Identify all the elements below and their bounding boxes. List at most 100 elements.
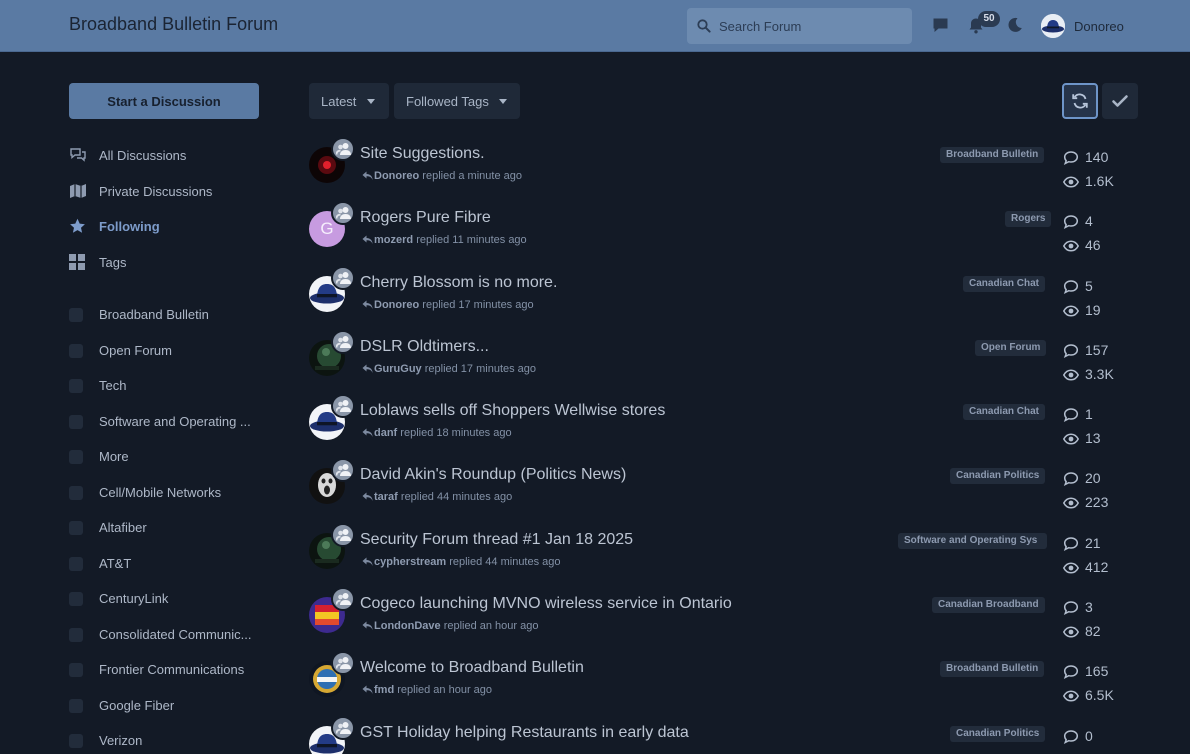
sort-dropdown[interactable]: Latest: [309, 83, 389, 119]
view-count-value: 412: [1085, 559, 1109, 575]
discussion-title[interactable]: GST Holiday helping Restaurants in early…: [360, 724, 689, 742]
discussion-tag[interactable]: Canadian Chat: [963, 404, 1046, 420]
tag-item[interactable]: Frontier Communications: [69, 660, 269, 680]
tag-item[interactable]: More: [69, 447, 269, 467]
discussion-tag[interactable]: Rogers: [1005, 211, 1052, 227]
star-icon: [69, 218, 86, 237]
reply-time: replied 18 minutes ago: [400, 427, 512, 439]
notification-count-badge: 50: [978, 11, 1000, 27]
tag-item[interactable]: Verizon: [69, 731, 269, 751]
view-count-value: 19: [1085, 302, 1101, 318]
comment-icon: [1063, 214, 1079, 233]
reply-username[interactable]: LondonDave: [374, 620, 441, 632]
discussion-row[interactable]: Site Suggestions. Donoreo replied a minu…: [309, 137, 1139, 207]
tag-item[interactable]: AT&T: [69, 554, 269, 574]
discussion-row[interactable]: Cherry Blossom is no more. Donoreo repli…: [309, 266, 1139, 336]
discussion-tag[interactable]: Broadband Bulletin: [940, 147, 1045, 163]
eye-icon: [1062, 560, 1080, 579]
reply-username[interactable]: fmd: [374, 684, 394, 696]
tag-item[interactable]: Cell/Mobile Networks: [69, 483, 269, 503]
tag-item[interactable]: CenturyLink: [69, 589, 269, 609]
reply-count-value: 140: [1085, 149, 1109, 165]
messages-icon[interactable]: [932, 17, 949, 39]
discussion-tag[interactable]: Canadian Chat: [963, 276, 1046, 292]
discussion-title[interactable]: DSLR Oldtimers...: [360, 338, 489, 356]
tag-item[interactable]: Consolidated Communic...: [69, 625, 269, 645]
nav-following[interactable]: Following: [69, 217, 269, 237]
comment-icon: [1063, 150, 1079, 169]
reply-username[interactable]: danf: [374, 427, 397, 439]
reply-username[interactable]: Donoreo: [374, 170, 419, 182]
tag-item[interactable]: Open Forum: [69, 341, 269, 361]
discussion-tag[interactable]: Canadian Politics: [950, 468, 1046, 484]
tag-item[interactable]: Broadband Bulletin: [69, 305, 269, 325]
reply-time: replied a minute ago: [422, 170, 522, 182]
reply-username[interactable]: taraf: [374, 491, 398, 503]
comment-icon: [1063, 407, 1079, 426]
tag-label: Tech: [99, 378, 127, 393]
discussion-tag[interactable]: Broadband Bulletin: [940, 661, 1045, 677]
refresh-button[interactable]: [1062, 83, 1098, 119]
discussion-row[interactable]: Loblaws sells off Shoppers Wellwise stor…: [309, 394, 1139, 464]
search-input[interactable]: [719, 8, 904, 44]
view-count-value: 82: [1085, 623, 1101, 639]
mark-all-read-button[interactable]: [1102, 83, 1138, 119]
start-discussion-button[interactable]: Start a Discussion: [69, 83, 259, 119]
user-avatar[interactable]: [1041, 14, 1065, 38]
tag-item[interactable]: Altafiber: [69, 518, 269, 538]
nav-private-discussions[interactable]: Private Discussions: [69, 182, 269, 202]
discussion-tag[interactable]: Canadian Politics: [950, 726, 1046, 742]
discussion-title[interactable]: Cherry Blossom is no more.: [360, 274, 557, 292]
nav-tags[interactable]: Tags: [69, 253, 269, 273]
discussion-title[interactable]: Cogeco launching MVNO wireless service i…: [360, 595, 732, 613]
reply-username[interactable]: mozerd: [374, 234, 413, 246]
reply-username[interactable]: cypherstream: [374, 556, 446, 568]
followed-tags-dropdown[interactable]: Followed Tags: [394, 83, 520, 119]
tag-item[interactable]: Software and Operating ...: [69, 412, 269, 432]
discussion-tag[interactable]: Software and Operating Sys: [898, 533, 1047, 549]
comment-icon: [1063, 343, 1079, 362]
eye-icon: [1062, 688, 1080, 707]
eye-icon: [1062, 238, 1080, 257]
discussion-title[interactable]: Rogers Pure Fibre: [360, 209, 491, 227]
reply-username[interactable]: Donoreo: [374, 299, 419, 311]
discussion-row[interactable]: G Rogers Pure Fibre mozerd replied 11 mi…: [309, 201, 1139, 271]
site-title[interactable]: Broadband Bulletin Forum: [69, 14, 278, 35]
tag-label: Cell/Mobile Networks: [99, 485, 222, 500]
discussion-title[interactable]: Loblaws sells off Shoppers Wellwise stor…: [360, 402, 665, 420]
reply-count-value: 165: [1085, 663, 1109, 679]
nav-all-discussions[interactable]: All Discussions: [69, 146, 269, 166]
private-discussion-badge: [331, 330, 355, 354]
dark-mode-moon-icon[interactable]: [1007, 17, 1023, 38]
discussion-row[interactable]: David Akin's Roundup (Politics News) tar…: [309, 458, 1139, 528]
discussion-row[interactable]: GST Holiday helping Restaurants in early…: [309, 716, 1139, 754]
discussion-title[interactable]: Site Suggestions.: [360, 145, 485, 163]
discussion-row[interactable]: Security Forum thread #1 Jan 18 2025 cyp…: [309, 523, 1139, 593]
discussion-title[interactable]: David Akin's Roundup (Politics News): [360, 466, 626, 484]
tag-color-swatch: [69, 699, 83, 713]
private-discussion-badge: [331, 716, 355, 740]
reply-icon: [362, 364, 373, 377]
username[interactable]: Donoreo: [1074, 19, 1124, 34]
discussion-title[interactable]: Welcome to Broadband Bulletin: [360, 659, 584, 677]
discussion-row[interactable]: Cogeco launching MVNO wireless service i…: [309, 587, 1139, 657]
discussions-icon: [69, 147, 87, 166]
discussion-tag[interactable]: Canadian Broadband: [932, 597, 1045, 613]
eye-icon: [1062, 624, 1080, 643]
tag-item[interactable]: Google Fiber: [69, 696, 269, 716]
reply-count-value: 20: [1085, 470, 1101, 486]
tag-label: Open Forum: [99, 343, 172, 358]
discussion-row[interactable]: Welcome to Broadband Bulletin fmd replie…: [309, 651, 1139, 721]
discussion-title[interactable]: Security Forum thread #1 Jan 18 2025: [360, 531, 633, 549]
tag-item[interactable]: Tech: [69, 376, 269, 396]
tag-color-swatch: [69, 628, 83, 642]
discussion-tag[interactable]: Open Forum: [975, 340, 1047, 356]
discussion-row[interactable]: DSLR Oldtimers... GuruGuy replied 17 min…: [309, 330, 1139, 400]
refresh-icon: [1072, 93, 1088, 109]
tag-color-swatch: [69, 379, 83, 393]
reply-username[interactable]: GuruGuy: [374, 363, 422, 375]
reply-time: replied 11 minutes ago: [416, 234, 527, 246]
caret-down-icon: [367, 99, 375, 104]
users-icon: [336, 272, 351, 284]
search-box[interactable]: [687, 8, 912, 44]
